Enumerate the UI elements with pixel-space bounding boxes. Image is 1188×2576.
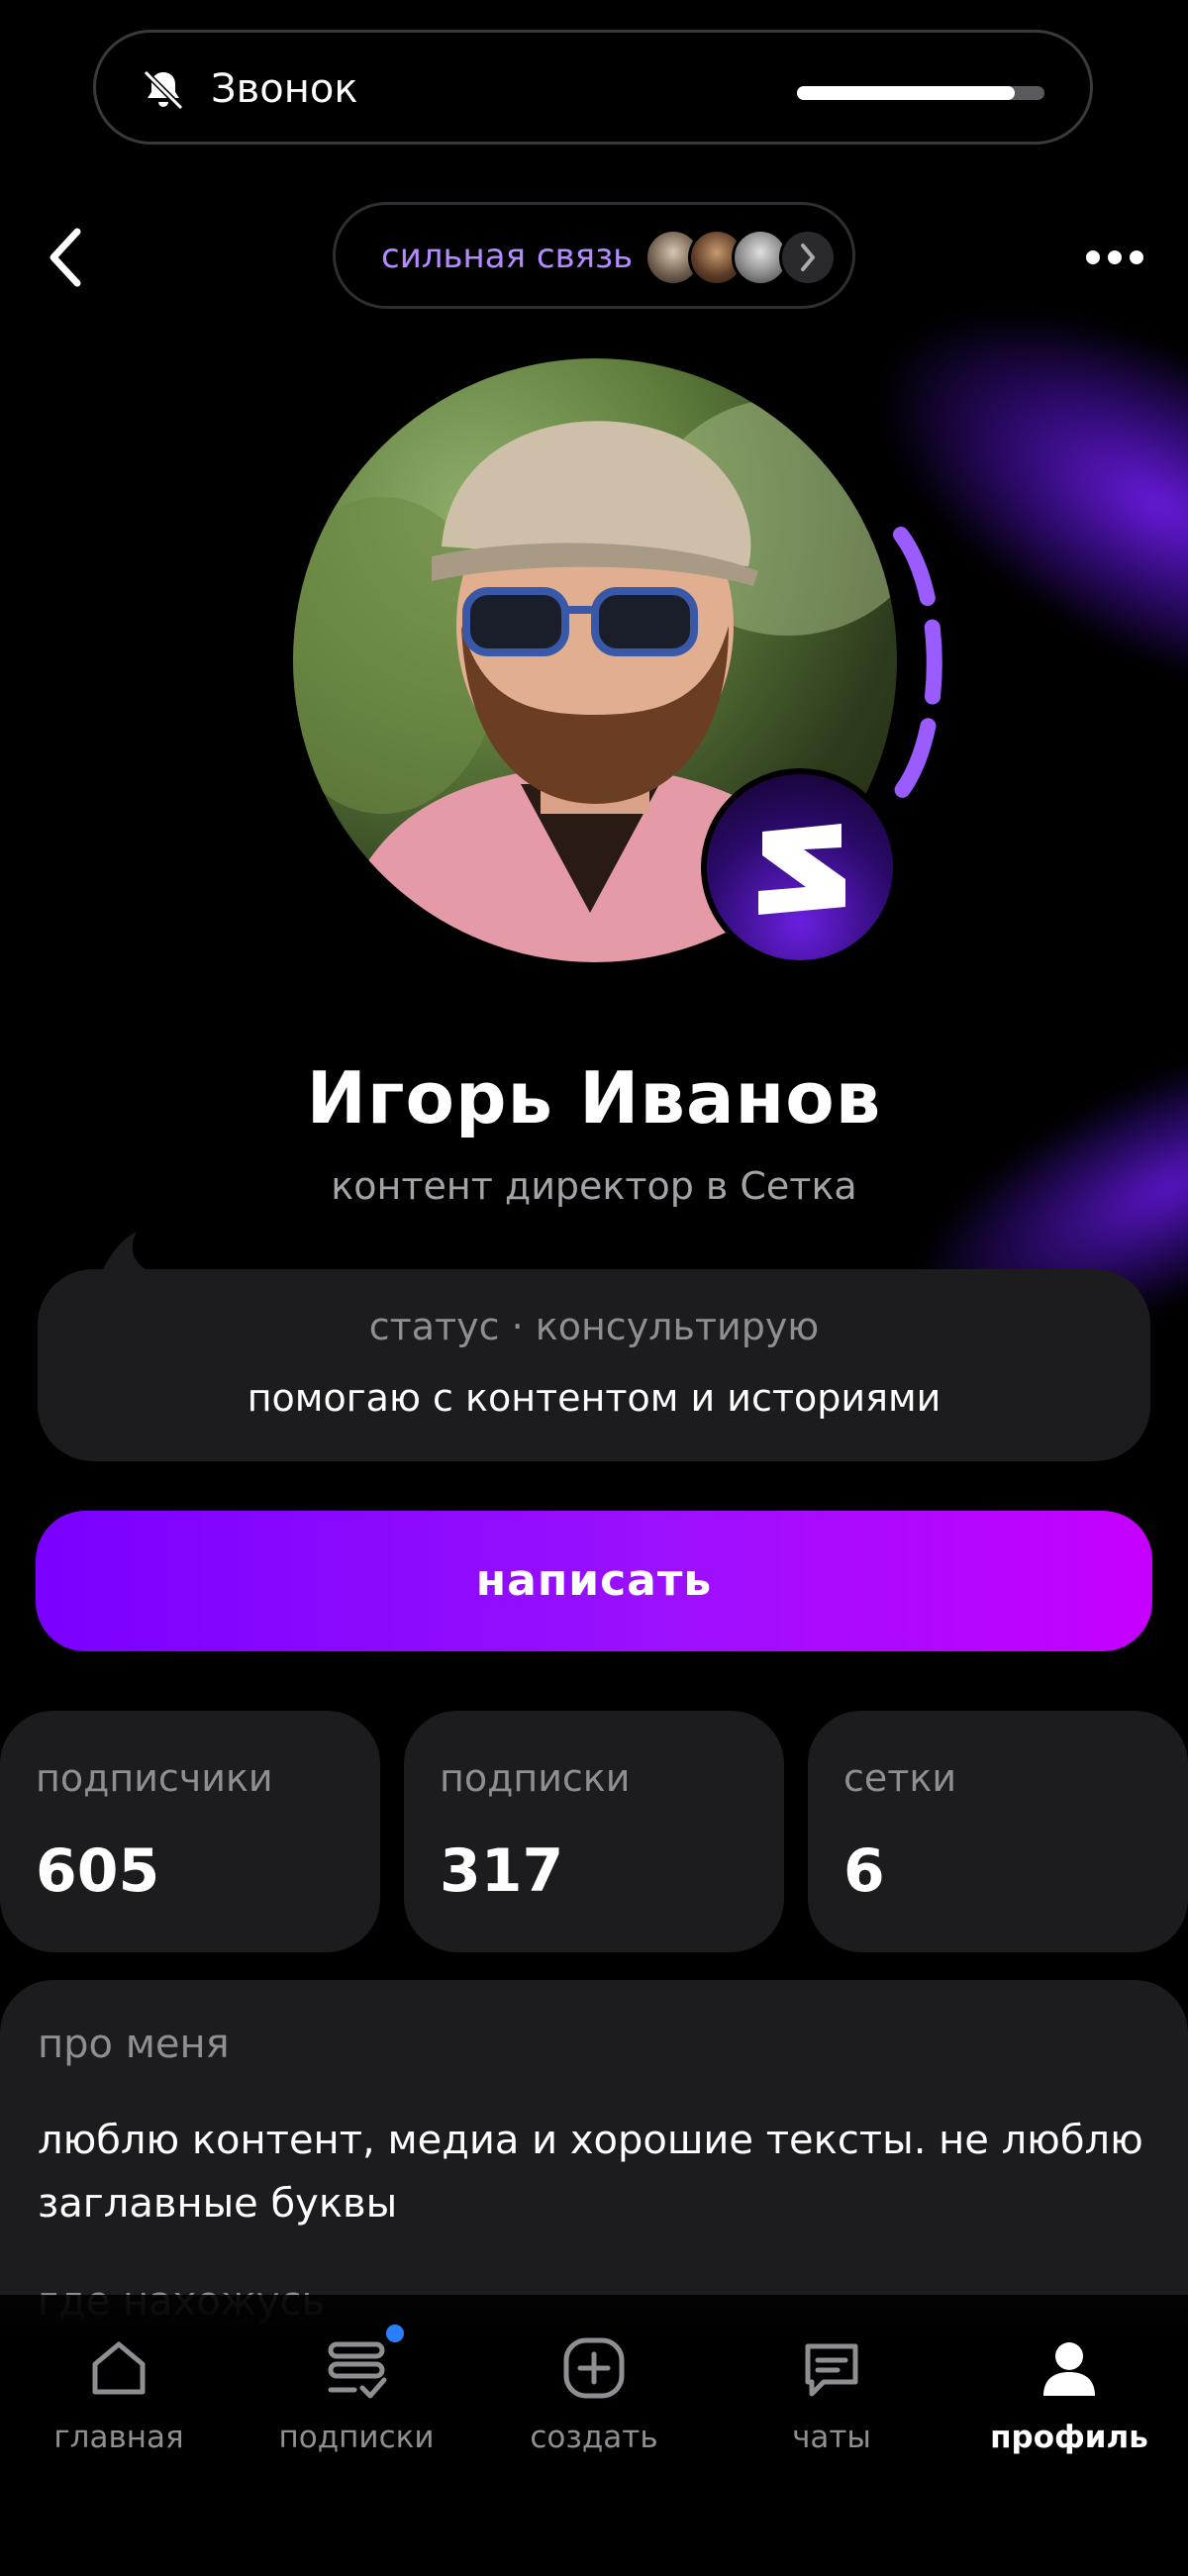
stat-value: 6 <box>843 1836 885 1906</box>
bottom-tab-bar: главная подписки создать чаты профиль <box>0 2295 1188 2576</box>
status-text: помогаю с контентом и историями <box>247 1376 941 1420</box>
stat-networks[interactable]: сетки 6 <box>808 1711 1188 1952</box>
write-message-button[interactable]: написать <box>36 1511 1152 1651</box>
call-progress-bar <box>797 86 1044 100</box>
tab-label: создать <box>530 2420 658 2455</box>
brand-badge <box>701 768 899 966</box>
call-banner[interactable]: Звонок <box>93 30 1093 145</box>
profile-role: контент директор в Сетка <box>331 1164 857 1208</box>
subscriptions-icon <box>328 2341 387 2399</box>
call-title: Звонок <box>211 66 358 112</box>
chats-icon <box>805 2343 858 2397</box>
tab-label: чаты <box>792 2420 871 2455</box>
more-icon[interactable] <box>1079 234 1150 281</box>
stat-value: 605 <box>36 1836 160 1906</box>
profile-name: Игорь Иванов <box>306 1056 882 1139</box>
bell-muted-icon <box>143 69 184 111</box>
notification-dot <box>386 2325 404 2342</box>
connection-label: сильная связь <box>381 237 634 276</box>
story-ring-arc <box>893 527 942 800</box>
tab-create[interactable]: создать <box>475 2334 713 2483</box>
about-header: про меня <box>38 2022 230 2067</box>
profile-icon <box>1043 2342 1095 2396</box>
status-title: статус · консультирую <box>368 1305 820 1348</box>
tab-profile[interactable]: профиль <box>950 2334 1188 2483</box>
tab-label: подписки <box>278 2420 435 2455</box>
home-icon <box>92 2341 146 2395</box>
stat-value: 317 <box>440 1836 564 1906</box>
stat-following[interactable]: подписки 317 <box>404 1711 784 1952</box>
status-card[interactable]: статус · консультирую помогаю с контенто… <box>38 1269 1150 1461</box>
stat-label: подписки <box>440 1756 631 1800</box>
stat-followers[interactable]: подписчики 605 <box>0 1711 380 1952</box>
tab-chats[interactable]: чаты <box>713 2334 950 2483</box>
connection-pill[interactable]: сильная связь <box>333 202 855 309</box>
tab-label: профиль <box>990 2420 1148 2455</box>
tab-label: главная <box>53 2420 184 2455</box>
create-icon <box>563 2337 625 2399</box>
about-text: люблю контент, медиа и хорошие тексты. н… <box>38 2118 1143 2227</box>
back-icon[interactable] <box>40 220 95 295</box>
chevron-right-icon <box>779 229 837 286</box>
setka-logo-icon <box>758 824 845 915</box>
stat-label: подписчики <box>36 1756 273 1800</box>
stat-label: сетки <box>843 1756 957 1800</box>
tab-home[interactable]: главная <box>0 2334 238 2483</box>
tab-subscriptions[interactable]: подписки <box>238 2325 475 2483</box>
call-progress-fill <box>797 86 1015 100</box>
